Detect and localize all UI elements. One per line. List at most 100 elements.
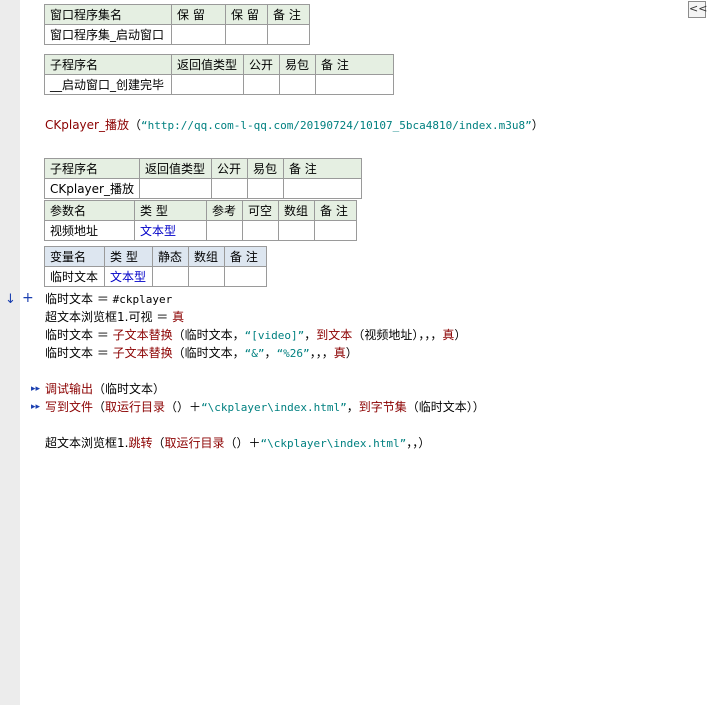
code-text: （视频地址），，， (352, 328, 443, 342)
collapse-button[interactable]: << (688, 1, 707, 18)
function-name: CKplayer_播放 (45, 118, 129, 132)
header-cell: 窗口程序集名 (44, 4, 172, 25)
code-text: （）＋ (224, 436, 261, 450)
string-literal: “\ckplayer\index.html” (201, 401, 347, 414)
cell[interactable] (224, 266, 267, 287)
url-string: “http://qq.com-l-qq.com/20190724/10107_5… (141, 119, 532, 132)
header-cell: 备 注 (315, 54, 394, 75)
subprogram-table-2: 子程序名 返回值类型 公开 易包 备 注 CKplayer_播放 (44, 158, 362, 199)
header-cell: 变量名 (44, 246, 105, 267)
bool-value: 真 (172, 310, 185, 324)
code-text: （ (152, 436, 165, 450)
expand-icon[interactable]: ▸▸ (31, 380, 40, 398)
function-name: 取运行目录 (164, 436, 225, 450)
header-cell: 参考 (206, 200, 243, 221)
variable-type[interactable]: 文本型 (104, 266, 153, 287)
cell[interactable] (171, 24, 226, 45)
header-cell: 保 留 (171, 4, 226, 25)
header-cell: 静态 (152, 246, 189, 267)
function-name: 到文本 (316, 328, 353, 342)
code-text: （）＋ (165, 400, 202, 414)
function-name: 跳转 (128, 436, 153, 450)
header-cell: 数组 (278, 200, 315, 221)
code-text: ， (346, 400, 359, 414)
header-cell: 返回值类型 (171, 54, 244, 75)
paren: ） (531, 118, 544, 132)
cell[interactable] (246, 178, 284, 199)
code-text: ， (264, 346, 277, 360)
cell[interactable] (242, 220, 279, 241)
code-text: （临时文本， (172, 346, 245, 360)
header-cell: 备 注 (282, 158, 362, 179)
header-cell: 返回值类型 (138, 158, 212, 179)
cell[interactable] (171, 74, 244, 95)
subprogram-name[interactable]: CKplayer_播放 (44, 178, 140, 199)
code-text: 临时文本 ＝ (45, 292, 113, 306)
code-line-6[interactable]: 写到文件（取运行目录（）＋“\ckplayer\index.html”，到字节集… (45, 398, 485, 417)
variable-table: 变量名 类 型 静态 数组 备 注 临时文本 文本型 (44, 246, 267, 287)
code-text: ） (345, 346, 358, 360)
code-line-3[interactable]: 临时文本 ＝ 子文本替换（临时文本，“[video]”，到文本（视频地址），，，… (45, 326, 466, 345)
parameter-type[interactable]: 文本型 (134, 220, 207, 241)
header-cell: 公开 (210, 158, 248, 179)
cell[interactable] (225, 24, 268, 45)
code-text: 临时文本 ＝ (45, 328, 113, 342)
breakpoint-plus-icon[interactable]: + (22, 290, 34, 306)
code-text: （临时文本， (172, 328, 245, 342)
function-name: 到字节集 (358, 400, 407, 414)
cell[interactable] (206, 220, 243, 241)
code-text: ，，， (309, 346, 334, 360)
code-line-4[interactable]: 临时文本 ＝ 子文本替换（临时文本，“&”，“%26”，，，真） (45, 344, 358, 363)
header-cell: 数组 (188, 246, 225, 267)
header-cell: 备 注 (267, 4, 310, 25)
cell[interactable] (267, 24, 310, 45)
code-line-call[interactable]: CKplayer_播放（“http://qq.com-l-qq.com/2019… (45, 116, 544, 135)
code-line-1[interactable]: 临时文本 ＝ #ckplayer (45, 290, 172, 309)
code-text: 临时文本 ＝ (45, 346, 113, 360)
subprogram-name[interactable]: __启动窗口_创建完毕 (44, 74, 172, 95)
string-literal: “&” (244, 347, 265, 360)
code-text: 超文本浏览框1.可视 ＝ (45, 310, 173, 324)
code-line-7[interactable]: 超文本浏览框1.跳转（取运行目录（）＋“\ckplayer\index.html… (45, 434, 430, 453)
cell[interactable] (314, 220, 357, 241)
function-name: 取运行目录 (105, 400, 166, 414)
function-name: 写到文件 (45, 400, 94, 414)
header-cell: 子程序名 (44, 54, 172, 75)
string-literal: “\ckplayer\index.html” (260, 437, 407, 450)
window-set-name[interactable]: 窗口程序集_启动窗口 (44, 24, 172, 45)
cell[interactable] (278, 220, 315, 241)
header-cell: 保 留 (225, 4, 268, 25)
code-text: ， (304, 328, 317, 342)
header-cell: 可空 (242, 200, 279, 221)
header-cell: 易包 (246, 158, 284, 179)
header-cell: 备 注 (314, 200, 357, 221)
code-text: （临时文本）） (406, 400, 485, 414)
function-name: 子文本替换 (112, 346, 173, 360)
string-literal: “%26” (276, 347, 310, 360)
code-text: 超文本浏览框1. (45, 436, 129, 450)
string-literal: “[video]” (244, 329, 305, 342)
window-set-table: 窗口程序集名 保 留 保 留 备 注 窗口程序集_启动窗口 (44, 4, 310, 45)
cell[interactable] (282, 178, 362, 199)
bool-value: 真 (442, 328, 455, 342)
cell[interactable] (210, 178, 248, 199)
cell[interactable] (138, 178, 212, 199)
expand-icon[interactable]: ▸▸ (31, 398, 40, 416)
code-line-2[interactable]: 超文本浏览框1.可视 ＝ 真 (45, 308, 184, 326)
constant: #ckplayer (112, 293, 173, 306)
cell[interactable] (315, 74, 394, 95)
cell[interactable] (188, 266, 225, 287)
header-cell: 子程序名 (44, 158, 140, 179)
left-gutter (0, 0, 20, 705)
code-line-5[interactable]: 调试输出（临时文本） (45, 380, 165, 398)
cell[interactable] (243, 74, 280, 95)
cell[interactable] (279, 74, 316, 95)
cell[interactable] (152, 266, 189, 287)
paren: （ (128, 118, 141, 132)
function-name: 调试输出 (45, 382, 94, 396)
header-cell: 备 注 (224, 246, 267, 267)
variable-name[interactable]: 临时文本 (44, 266, 105, 287)
current-line-arrow-icon: ↓ (5, 292, 16, 307)
bool-value: 真 (333, 346, 346, 360)
parameter-name[interactable]: 视频地址 (44, 220, 135, 241)
